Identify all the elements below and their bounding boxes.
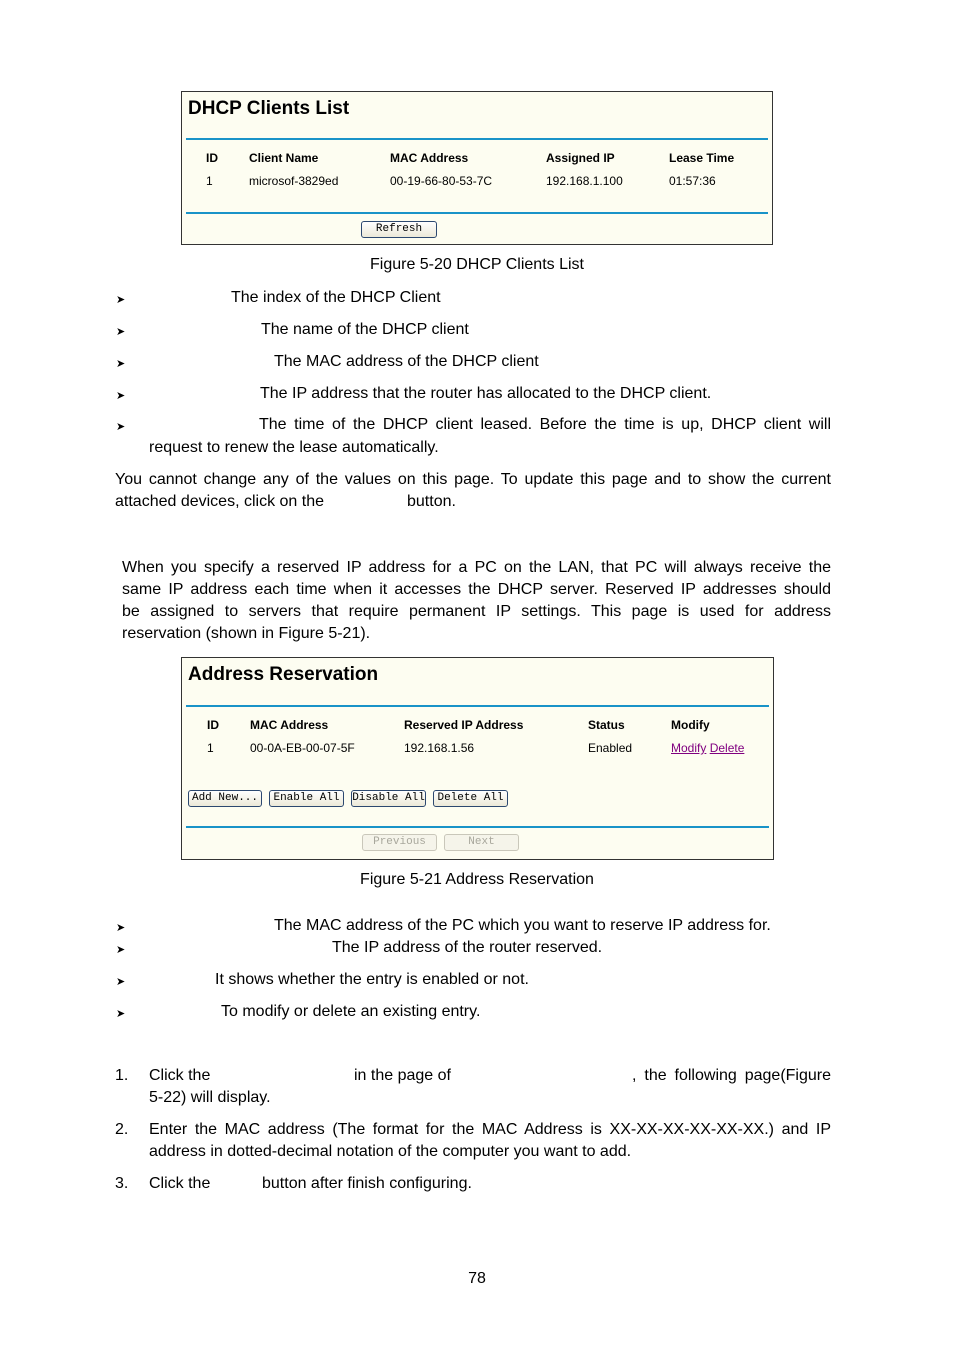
step-text: Enter the MAC address (The format for th… — [149, 1121, 831, 1138]
previous-button[interactable]: Previous — [362, 834, 437, 851]
paragraph-line: be assigned to servers that require perm… — [122, 603, 831, 620]
column-header-client-name: Client Name — [249, 151, 319, 165]
bullet-text: The MAC address of the DHCP client — [274, 353, 539, 370]
delete-all-button[interactable]: Delete All — [433, 790, 508, 807]
note-paragraph-line: You cannot change any of the values on t… — [115, 471, 831, 488]
column-header-status: Status — [588, 718, 625, 732]
column-header-id: ID — [207, 718, 219, 732]
add-new-button[interactable]: Add New... — [188, 790, 262, 807]
client-id: 1 — [206, 174, 213, 188]
reservation-mac: 00-0A-EB-00-07-5F — [250, 741, 355, 755]
reservation-modify-cell: Modify Delete — [671, 741, 744, 755]
step-number: 2. — [115, 1121, 129, 1138]
column-header-modify: Modify — [671, 718, 710, 732]
arrowhead-bullet-icon: ➤ — [116, 390, 126, 402]
reservation-status: Enabled — [588, 741, 633, 755]
paragraph-line: same IP address each time when it access… — [122, 581, 831, 598]
arrowhead-bullet-icon: ➤ — [116, 358, 126, 370]
arrowhead-bullet-icon: ➤ — [116, 922, 126, 934]
step-number: 1. — [115, 1067, 129, 1084]
step-text-continuation: 5-22) will display. — [149, 1089, 271, 1106]
figure-caption: Figure 5-21 Address Reservation — [360, 871, 594, 888]
client-lease-time: 01:57:36 — [669, 174, 716, 188]
refresh-button[interactable]: Refresh — [361, 221, 437, 238]
step-text: button after finish configuring. — [262, 1175, 472, 1192]
column-header-assigned-ip: Assigned IP — [546, 151, 615, 165]
divider — [186, 826, 769, 828]
bullet-text: The MAC address of the PC which you want… — [274, 917, 771, 934]
page-number: 78 — [468, 1270, 486, 1287]
step-text: Click the — [149, 1175, 211, 1192]
client-name: microsof-3829ed — [249, 174, 339, 188]
figure-caption: Figure 5-20 DHCP Clients List — [369, 256, 584, 273]
step-text: , the following page(Figure — [632, 1067, 831, 1084]
reservation-ip: 192.168.1.56 — [404, 741, 475, 755]
column-header-mac-address: MAC Address — [390, 151, 469, 165]
step-text-continuation: address in dotted-decimal notation of th… — [149, 1143, 632, 1160]
panel-title: Address Reservation — [188, 664, 379, 685]
bullet-text: The IP address that the router has alloc… — [260, 385, 712, 402]
client-ip: 192.168.1.100 — [546, 174, 623, 188]
address-reservation-panel: Address Reservation ID MAC Address Reser… — [181, 657, 774, 860]
step-text: Click the — [149, 1067, 211, 1084]
bullet-text: To modify or delete an existing entry. — [221, 1003, 481, 1020]
delete-link[interactable]: Delete — [710, 741, 745, 755]
paragraph-line: reservation (shown in Figure 5-21). — [122, 625, 371, 642]
divider — [186, 212, 768, 214]
bullet-text: The index of the DHCP Client — [231, 289, 441, 306]
disable-all-button[interactable]: Disable All — [351, 790, 426, 807]
column-header-reserved-ip: Reserved IP Address — [404, 718, 524, 732]
step-text: in the page of — [354, 1067, 451, 1084]
arrowhead-bullet-icon: ➤ — [116, 294, 126, 306]
arrowhead-bullet-icon: ➤ — [116, 944, 126, 956]
reservation-id: 1 — [207, 741, 214, 755]
enable-all-button[interactable]: Enable All — [269, 790, 344, 807]
panel-title: DHCP Clients List — [188, 98, 350, 119]
divider — [186, 705, 769, 707]
dhcp-clients-panel: DHCP Clients List ID Client Name MAC Add… — [181, 91, 773, 245]
next-button[interactable]: Next — [444, 834, 519, 851]
note-paragraph-line: attached devices, click on the — [115, 493, 325, 510]
bullet-text: The time of the DHCP client leased. Befo… — [259, 416, 831, 433]
bullet-text: The name of the DHCP client — [261, 321, 469, 338]
divider — [186, 138, 768, 140]
client-mac: 00-19-66-80-53-7C — [390, 174, 493, 188]
arrowhead-bullet-icon: ➤ — [116, 421, 126, 433]
modify-link[interactable]: Modify — [671, 741, 706, 755]
bullet-text-continuation: request to renew the lease automatically… — [149, 439, 439, 456]
note-paragraph-line: button. — [407, 493, 456, 510]
paragraph-line: When you specify a reserved IP address f… — [122, 559, 831, 576]
step-number: 3. — [115, 1175, 129, 1192]
arrowhead-bullet-icon: ➤ — [116, 326, 126, 338]
bullet-text: It shows whether the entry is enabled or… — [215, 971, 529, 988]
column-header-id: ID — [206, 151, 218, 165]
column-header-mac-address: MAC Address — [250, 718, 329, 732]
bullet-text: The IP address of the router reserved. — [332, 939, 603, 956]
arrowhead-bullet-icon: ➤ — [116, 976, 126, 988]
arrowhead-bullet-icon: ➤ — [116, 1008, 126, 1020]
column-header-lease-time: Lease Time — [669, 151, 735, 165]
